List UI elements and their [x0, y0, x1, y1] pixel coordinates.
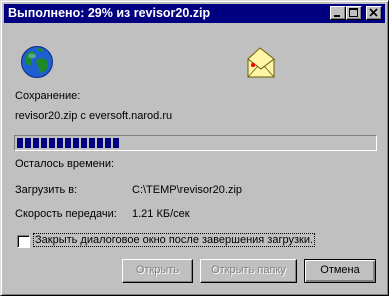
download-dialog: Выполнено: 29% из revisor20.zip Сохранен…	[0, 0, 389, 296]
time-left-label: Осталось времени:	[15, 158, 115, 170]
title-bar[interactable]: Выполнено: 29% из revisor20.zip	[4, 4, 385, 23]
download-to-label: Загрузить в:	[15, 184, 78, 196]
maximize-button[interactable]	[346, 6, 362, 20]
minimize-icon	[334, 15, 340, 17]
progress-block	[17, 138, 23, 148]
download-to-value: C:\TEMP\revisor20.zip	[132, 184, 243, 196]
progress-bar	[14, 135, 377, 151]
progress-block	[57, 138, 63, 148]
open-button[interactable]: Открыть	[122, 259, 193, 283]
window-title: Выполнено: 29% из revisor20.zip	[8, 6, 211, 20]
progress-block	[105, 138, 111, 148]
folder-icon	[247, 47, 275, 78]
progress-block	[65, 138, 71, 148]
globe-icon	[21, 46, 53, 78]
speed-label: Скорость передачи:	[15, 208, 117, 220]
cancel-button[interactable]: Отмена	[304, 259, 376, 283]
progress-block	[113, 138, 119, 148]
progress-block	[81, 138, 87, 148]
close-after-label[interactable]: Закрыть диалоговое окно после завершения…	[32, 233, 316, 247]
close-after-checkbox[interactable]	[17, 235, 30, 248]
progress-block	[49, 138, 55, 148]
progress-block	[97, 138, 103, 148]
progress-block	[25, 138, 31, 148]
speed-value: 1.21 КБ/сек	[132, 208, 190, 220]
minimize-button[interactable]	[330, 6, 346, 20]
close-button[interactable]	[366, 6, 382, 20]
close-icon	[369, 8, 378, 17]
progress-block	[41, 138, 47, 148]
maximize-icon	[349, 8, 358, 17]
progress-block	[33, 138, 39, 148]
saving-label: Сохранение:	[15, 90, 81, 102]
open-folder-button[interactable]: Открыть папку	[200, 259, 297, 283]
progress-block	[73, 138, 79, 148]
progress-block	[89, 138, 95, 148]
file-source-text: revisor20.zip с eversoft.narod.ru	[15, 110, 173, 122]
